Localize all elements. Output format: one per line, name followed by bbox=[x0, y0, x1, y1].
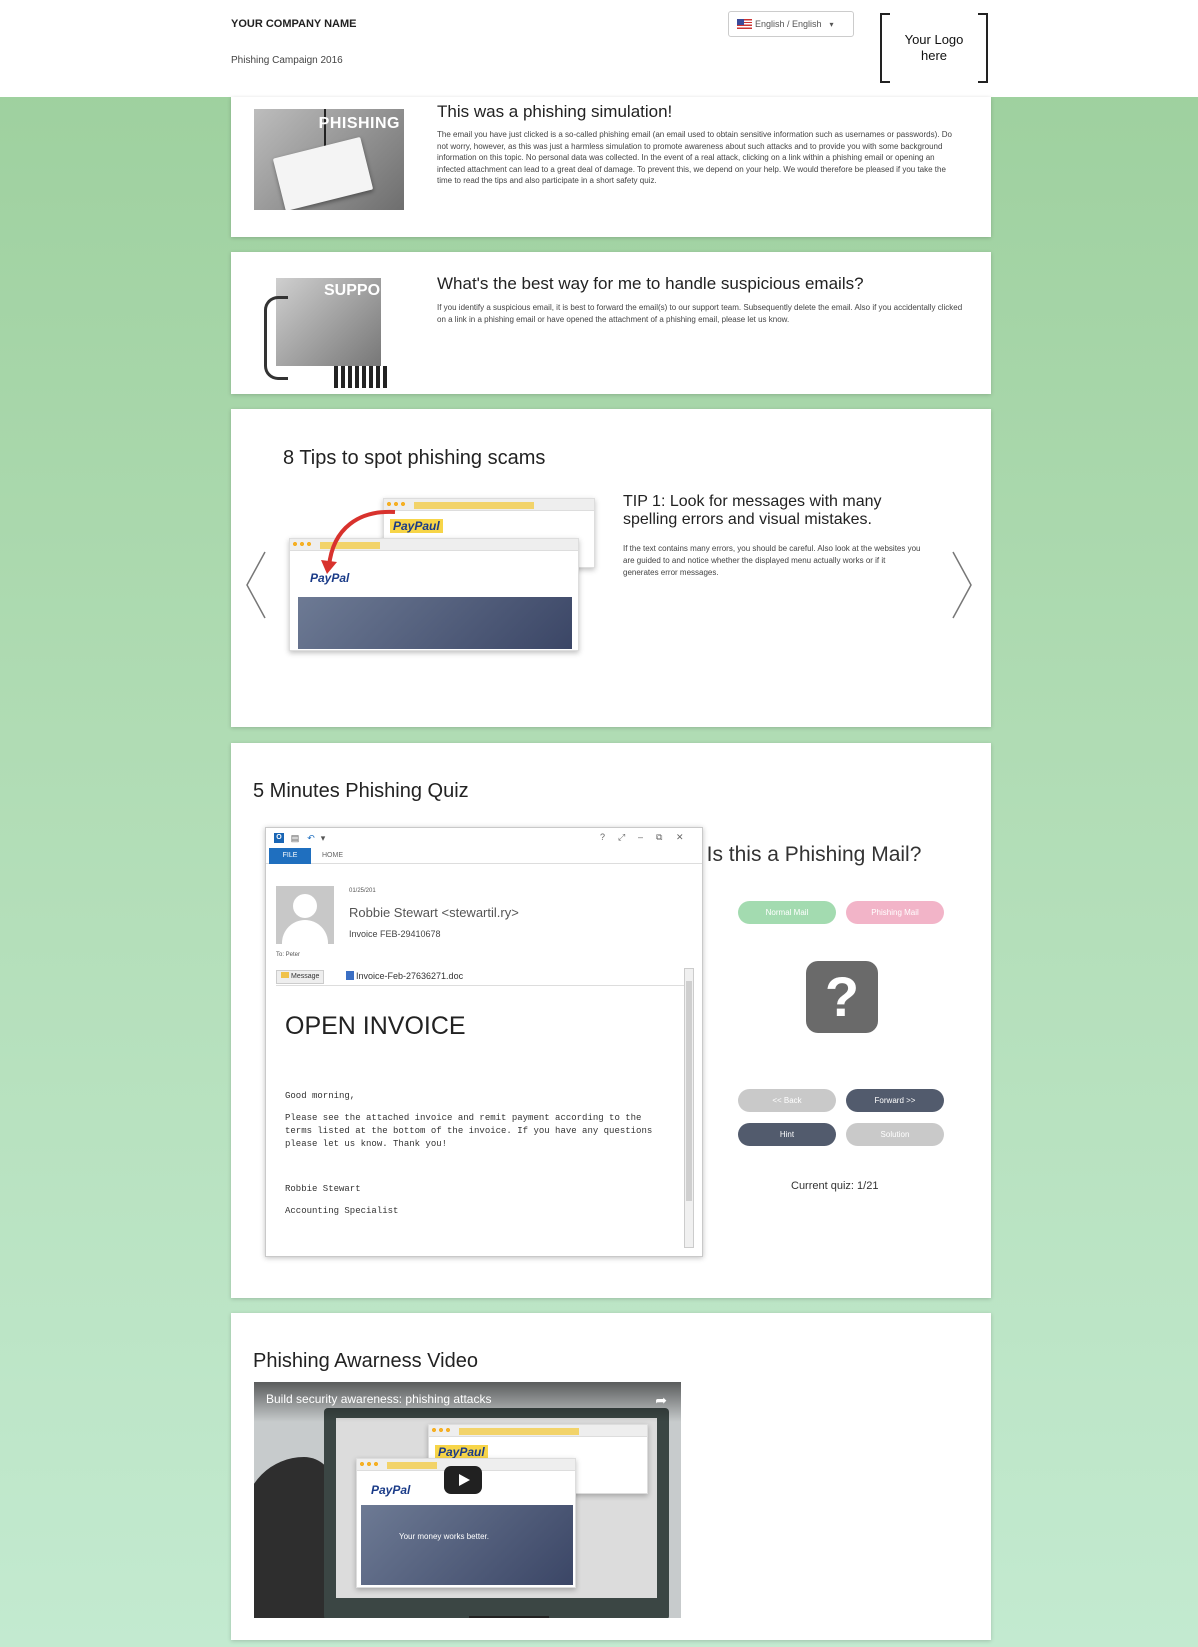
tab-home[interactable]: HOME bbox=[322, 848, 343, 864]
silhouette-graphic bbox=[254, 1457, 334, 1618]
support-body: If you identify a suspicious email, it i… bbox=[437, 303, 963, 324]
mail-toolbar: O ▤ ↶ ▾ ? ⤢ – ⧉ ✕ bbox=[266, 828, 702, 848]
image-banner: SUPPORT bbox=[324, 282, 402, 299]
intro-body: The email you have just clicked is a so-… bbox=[437, 130, 952, 186]
fake-brand-logo: PayPaul bbox=[435, 1445, 488, 1459]
video-title[interactable]: Build security awareness: phishing attac… bbox=[266, 1392, 491, 1406]
share-icon[interactable]: ➦ bbox=[655, 1392, 667, 1409]
video-section-title: Phishing Awarness Video bbox=[253, 1350, 478, 1372]
fake-url-bar bbox=[459, 1428, 579, 1435]
header: YOUR COMPANY NAME Phishing Campaign 2016… bbox=[0, 0, 1198, 97]
play-icon[interactable] bbox=[444, 1466, 482, 1494]
envelope-icon bbox=[281, 972, 289, 978]
hint-button[interactable]: Hint bbox=[738, 1123, 836, 1146]
message-button[interactable]: Message bbox=[276, 970, 325, 984]
tab-file[interactable]: FILE bbox=[269, 848, 311, 864]
minimize-icon[interactable]: – bbox=[638, 832, 643, 842]
video-card: Phishing Awarness Video PayPaul PayPal B… bbox=[231, 1313, 991, 1640]
tip-body: If the text contains many errors, you sh… bbox=[623, 544, 921, 577]
forward-button[interactable]: Forward >> bbox=[846, 1089, 944, 1112]
logo-bracket-right bbox=[978, 13, 988, 83]
quiz-progress: Current quiz: 1/21 bbox=[791, 1180, 879, 1192]
mail-signature-title: Accounting Specialist bbox=[285, 1206, 399, 1216]
window-dots-icon bbox=[432, 1428, 452, 1433]
mail-subject: Invoice FEB-29410678 bbox=[349, 929, 441, 939]
scrollbar-thumb[interactable] bbox=[686, 981, 692, 1201]
undo-icon[interactable]: ↶ bbox=[306, 833, 316, 843]
monitor-stand bbox=[469, 1616, 549, 1618]
quiz-question: Is this a Phishing Mail? bbox=[706, 843, 922, 866]
window-dots-icon bbox=[360, 1462, 380, 1467]
mail-ribbon-tabs: FILE HOME bbox=[266, 848, 702, 864]
site-hero-image bbox=[298, 597, 572, 649]
us-flag-icon bbox=[737, 19, 752, 29]
tips-title: 8 Tips to spot phishing scams bbox=[283, 447, 546, 469]
caret-down-icon: ▾ bbox=[829, 19, 834, 29]
video-caption: Your money works better. bbox=[399, 1532, 489, 1541]
mail-scrollbar[interactable] bbox=[684, 968, 694, 1248]
email-preview-window: O ▤ ↶ ▾ ? ⤢ – ⧉ ✕ FILE HOME 01/25/201 Ro… bbox=[265, 827, 703, 1257]
image-banner: PHISHING bbox=[318, 115, 400, 132]
support-title: What's the best way for me to handle sus… bbox=[437, 274, 864, 293]
back-button[interactable]: << Back bbox=[738, 1089, 836, 1112]
support-card: SUPPORT What's the best way for me to ha… bbox=[231, 252, 991, 394]
monitor-screen: PayPaul PayPal bbox=[336, 1418, 657, 1598]
language-label: English / English bbox=[755, 19, 822, 29]
solution-button[interactable]: Solution bbox=[846, 1123, 944, 1146]
support-image: SUPPORT bbox=[254, 266, 404, 388]
video-player[interactable]: PayPaul PayPal Build security awareness:… bbox=[254, 1382, 681, 1618]
campaign-name: Phishing Campaign 2016 bbox=[231, 55, 343, 66]
login-note-graphic bbox=[272, 136, 374, 210]
sender-avatar bbox=[276, 886, 334, 944]
mail-greeting: Good morning, bbox=[285, 1091, 356, 1101]
normal-mail-button[interactable]: Normal Mail bbox=[738, 901, 836, 924]
outlook-icon: O bbox=[274, 833, 284, 843]
mail-recipient: To: Peter bbox=[276, 952, 301, 958]
fake-url-bar bbox=[414, 502, 534, 509]
mail-sender: Robbie Stewart <stewartil.ry> bbox=[349, 905, 519, 920]
attachment-name: Invoice-Feb-27636271.doc bbox=[356, 971, 464, 981]
mail-date: 01/25/201 bbox=[349, 888, 376, 894]
logo-bracket-left bbox=[880, 13, 890, 83]
avatar-head bbox=[293, 894, 317, 918]
word-doc-icon bbox=[346, 971, 354, 980]
monitor-graphic: PayPaul PayPal bbox=[324, 1408, 669, 1618]
quiz-card: 5 Minutes Phishing Quiz O ▤ ↶ ▾ ? ⤢ – ⧉ … bbox=[231, 743, 991, 1298]
intro-card: PHISHING This was a phishing simulation!… bbox=[231, 97, 991, 237]
tips-card: 8 Tips to spot phishing scams PayPaul Pa… bbox=[231, 409, 991, 727]
message-button-label: Message bbox=[291, 973, 320, 980]
company-name: YOUR COMPANY NAME bbox=[231, 18, 357, 30]
phone-cord-graphic bbox=[264, 296, 288, 380]
help-icon[interactable]: ? bbox=[600, 832, 605, 842]
logo-text: Your Logo here bbox=[904, 31, 964, 63]
real-brand-logo: PayPal bbox=[371, 1483, 411, 1497]
restore-icon[interactable]: ⧉ bbox=[656, 832, 662, 843]
quiz-title: 5 Minutes Phishing Quiz bbox=[253, 780, 469, 802]
carousel-next-arrow-icon[interactable] bbox=[951, 550, 973, 620]
mail-body: Please see the attached invoice and remi… bbox=[285, 1113, 653, 1149]
red-arrow-icon bbox=[321, 509, 396, 574]
keyboard-graphic bbox=[334, 366, 390, 388]
avatar-body bbox=[282, 920, 328, 944]
fullscreen-icon[interactable]: ⤢ bbox=[618, 832, 625, 843]
tip-title: TIP 1: Look for messages with many spell… bbox=[623, 493, 882, 528]
intro-title: This was a phishing simulation! bbox=[437, 102, 673, 121]
mail-signature-name: Robbie Stewart bbox=[285, 1184, 361, 1194]
attachment-row: Message Invoice-Feb-27636271.doc bbox=[276, 968, 691, 986]
company-logo: Your Logo here bbox=[880, 13, 988, 83]
phishing-mail-button[interactable]: Phishing Mail bbox=[846, 901, 944, 924]
mail-heading: OPEN INVOICE bbox=[285, 1012, 466, 1040]
close-icon[interactable]: ✕ bbox=[676, 832, 684, 843]
real-url-bar bbox=[387, 1462, 437, 1469]
phishing-hook-image: PHISHING bbox=[254, 109, 404, 210]
language-select[interactable]: English / English ▾ bbox=[728, 11, 854, 37]
carousel-prev-arrow-icon[interactable] bbox=[245, 550, 267, 620]
window-dots-icon bbox=[293, 542, 313, 547]
attachment-file[interactable]: Invoice-Feb-27636271.doc bbox=[346, 971, 463, 981]
tip-screenshot: PayPaul PayPal bbox=[289, 498, 595, 651]
dropdown-icon[interactable]: ▾ bbox=[318, 833, 328, 843]
save-icon[interactable]: ▤ bbox=[290, 833, 300, 843]
question-mark-icon: ? bbox=[806, 961, 878, 1033]
site-hero-image bbox=[361, 1505, 573, 1585]
